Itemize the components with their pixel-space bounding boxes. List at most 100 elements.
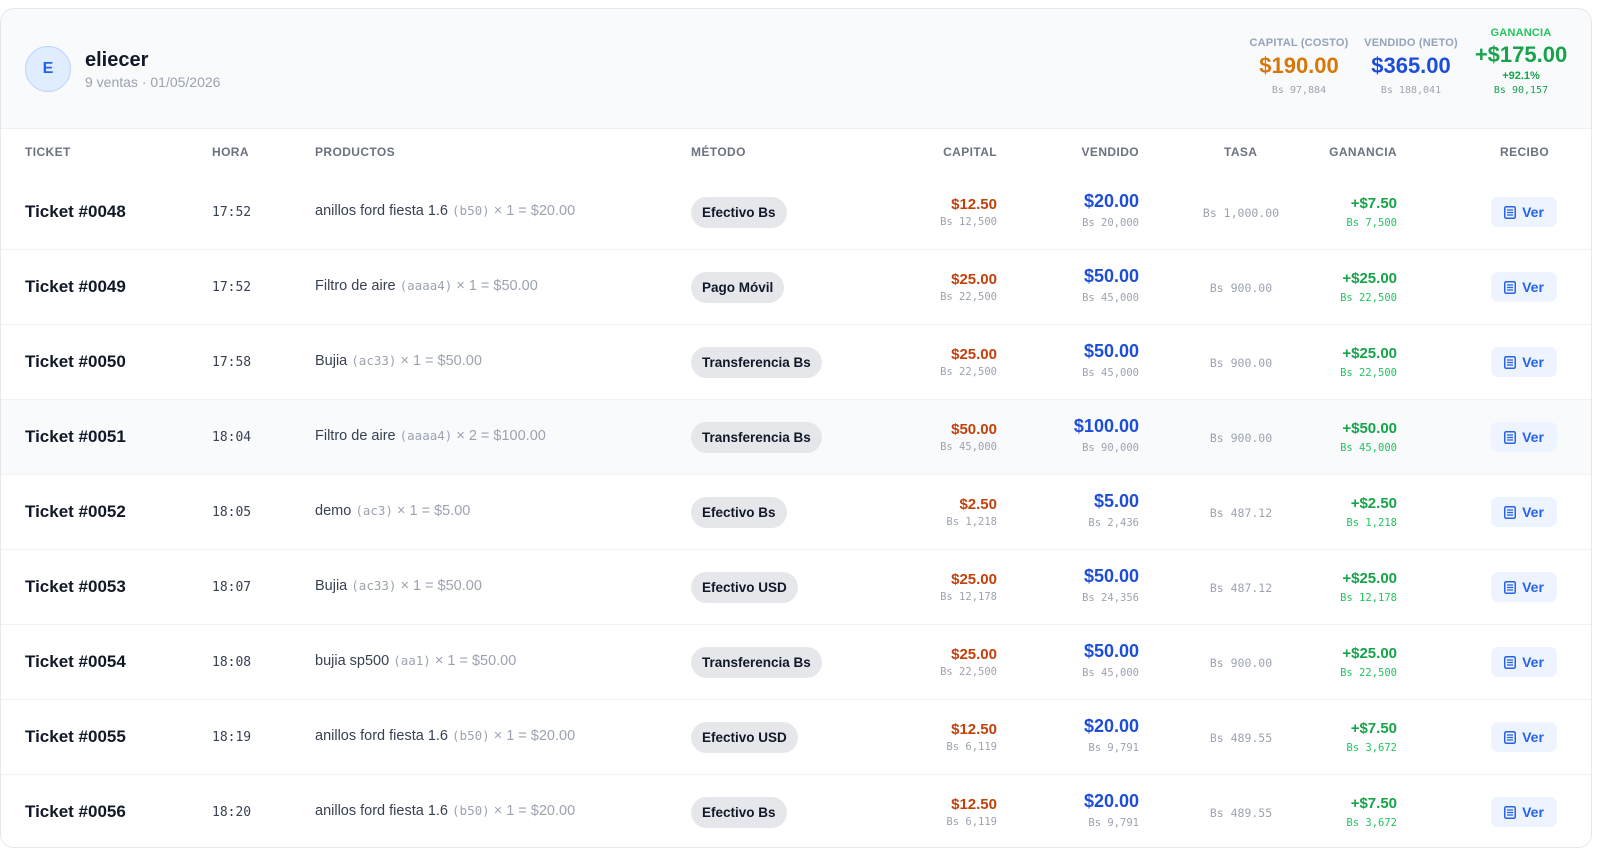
table-row: Ticket #0052 18:05 demo (ac3) × 1 = $5.0… (1, 475, 1591, 550)
sale-time: 17:52 (212, 205, 252, 220)
column-header-vendido: VENDIDO (1081, 145, 1139, 159)
user-summary-header: E eliecer 9 ventas · 01/05/2026 CAPITAL … (1, 9, 1591, 129)
capital-bs: Bs 22,500 (940, 666, 997, 678)
view-receipt-label: Ver (1522, 354, 1544, 370)
capital-usd: $12.50 (951, 196, 997, 213)
capital-cell: $25.00 Bs 22,500 (940, 646, 997, 678)
exchange-rate: Bs 900.00 (1209, 431, 1273, 445)
ticket-number: Ticket #0050 (25, 352, 126, 371)
sales-card: E eliecer 9 ventas · 01/05/2026 CAPITAL … (0, 8, 1592, 848)
column-header-tasa: TASA (1224, 145, 1258, 159)
product-code: (aaaa4) (399, 278, 453, 293)
vendido-summary-label: VENDIDO (NETO) (1364, 37, 1458, 49)
product-name: Filtro de aire (315, 278, 396, 294)
capital-cell: $12.50 Bs 6,119 (946, 796, 997, 828)
vendido-cell: $50.00 Bs 45,000 (1082, 266, 1139, 304)
ticket-number: Ticket #0051 (25, 427, 126, 446)
document-list-icon (1504, 805, 1517, 819)
view-receipt-label: Ver (1522, 204, 1544, 220)
ganancia-summary-bs: Bs 90,157 (1493, 85, 1549, 96)
ticket-number: Ticket #0049 (25, 277, 126, 296)
payment-method-badge: Transferencia Bs (691, 422, 822, 453)
ticket-number: Ticket #0055 (25, 727, 126, 746)
view-receipt-button[interactable]: Ver (1491, 797, 1557, 827)
ganancia-cell: +$25.00 Bs 22,500 (1340, 270, 1397, 304)
capital-bs: Bs 6,119 (946, 816, 997, 828)
vendido-cell: $20.00 Bs 9,791 (1084, 791, 1139, 829)
ganancia-usd: +$25.00 (1342, 345, 1397, 362)
column-header-hora: HORA (212, 145, 249, 159)
vendido-bs: Bs 90,000 (1082, 442, 1139, 454)
view-receipt-label: Ver (1522, 654, 1544, 670)
capital-usd: $2.50 (959, 496, 997, 513)
document-list-icon (1504, 730, 1517, 744)
vendido-bs: Bs 45,000 (1082, 367, 1139, 379)
ganancia-usd: +$25.00 (1342, 570, 1397, 587)
view-receipt-button[interactable]: Ver (1491, 272, 1557, 302)
capital-bs: Bs 1,218 (946, 516, 997, 528)
table-row: Ticket #0049 17:52 Filtro de aire (aaaa4… (1, 250, 1591, 325)
document-list-icon (1504, 355, 1517, 369)
payment-method-badge: Transferencia Bs (691, 347, 822, 378)
vendido-usd: $20.00 (1083, 791, 1139, 811)
vendido-usd: $50.00 (1083, 341, 1139, 361)
ganancia-bs: Bs 3,672 (1346, 742, 1397, 754)
product-name: Bujia (315, 578, 348, 594)
sale-time: 18:20 (212, 805, 252, 820)
capital-bs: Bs 22,500 (940, 291, 997, 303)
vendido-usd: $100.00 (1073, 416, 1139, 436)
ganancia-usd: +$7.50 (1350, 720, 1397, 737)
view-receipt-button[interactable]: Ver (1491, 497, 1557, 527)
view-receipt-button[interactable]: Ver (1491, 347, 1557, 377)
payment-method-badge: Transferencia Bs (691, 647, 822, 678)
sale-time: 18:04 (212, 430, 252, 445)
view-receipt-button[interactable]: Ver (1491, 197, 1557, 227)
payment-method-badge: Efectivo USD (691, 722, 798, 753)
view-receipt-label: Ver (1522, 729, 1544, 745)
ganancia-usd: +$7.50 (1350, 195, 1397, 212)
product-code: (b50) (452, 203, 490, 218)
vendido-cell: $5.00 Bs 2,436 (1088, 491, 1139, 529)
ganancia-bs: Bs 22,500 (1340, 367, 1397, 379)
view-receipt-button[interactable]: Ver (1491, 647, 1557, 677)
avatar: E (25, 46, 71, 92)
column-header-metodo: MÉTODO (691, 145, 746, 159)
product-quantity-total: × 1 = $20.00 (493, 728, 576, 744)
view-receipt-label: Ver (1522, 579, 1544, 595)
capital-cell: $25.00 Bs 12,178 (940, 571, 997, 603)
vendido-cell: $50.00 Bs 24,356 (1082, 566, 1139, 604)
product-name: Bujia (315, 353, 348, 369)
vendido-cell: $50.00 Bs 45,000 (1082, 341, 1139, 379)
ganancia-summary-label: GANANCIA (1490, 27, 1552, 39)
product-code: (ac33) (351, 353, 397, 368)
product-quantity-total: × 1 = $50.00 (400, 353, 482, 369)
view-receipt-button[interactable]: Ver (1491, 722, 1557, 752)
view-receipt-button[interactable]: Ver (1491, 422, 1557, 452)
product-code: (b50) (452, 803, 490, 818)
ganancia-cell: +$25.00 Bs 22,500 (1340, 345, 1397, 379)
product-code: (ac3) (355, 503, 393, 518)
product-name: bujia sp500 (315, 653, 390, 669)
vendido-bs: Bs 45,000 (1082, 667, 1139, 679)
vendido-cell: $20.00 Bs 9,791 (1084, 716, 1139, 754)
product-name: Filtro de aire (315, 428, 396, 444)
vendido-bs: Bs 9,791 (1088, 742, 1139, 754)
view-receipt-button[interactable]: Ver (1491, 572, 1557, 602)
table-row: Ticket #0054 18:08 bujia sp500 (aa1) × 1… (1, 625, 1591, 700)
exchange-rate: Bs 489.55 (1209, 731, 1273, 745)
product-summary: Filtro de aire (aaaa4) × 1 = $50.00 (315, 278, 538, 294)
ganancia-cell: +$2.50 Bs 1,218 (1346, 495, 1397, 529)
ticket-number: Ticket #0054 (25, 652, 126, 671)
capital-cell: $12.50 Bs 12,500 (940, 196, 997, 228)
document-list-icon (1504, 580, 1517, 594)
column-header-productos: PRODUCTOS (315, 145, 396, 159)
table-row: Ticket #0053 18:07 Bujia (ac33) × 1 = $5… (1, 550, 1591, 625)
exchange-rate: Bs 1,000.00 (1202, 206, 1280, 220)
vendido-bs: Bs 9,791 (1088, 817, 1139, 829)
capital-bs: Bs 12,178 (940, 591, 997, 603)
capital-usd: $25.00 (951, 646, 997, 663)
vendido-summary: VENDIDO (NETO) $365.00 Bs 188,041 (1346, 37, 1476, 96)
vendido-usd: $5.00 (1093, 491, 1139, 511)
user-sales-meta: 9 ventas · 01/05/2026 (85, 74, 221, 90)
product-summary: Bujia (ac33) × 1 = $50.00 (315, 353, 482, 369)
